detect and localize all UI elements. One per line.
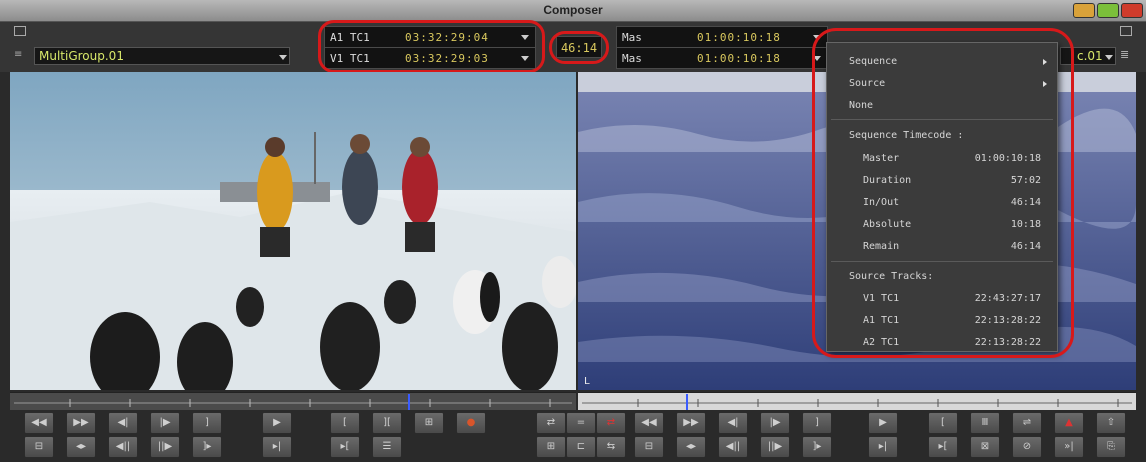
trim-mode-button[interactable]: ⇆ <box>596 436 626 458</box>
source-position-indicator <box>408 394 410 410</box>
maximize-button[interactable] <box>1097 3 1119 18</box>
grid-menu-icon[interactable]: ≣ <box>1120 49 1132 61</box>
record-tc-2[interactable]: Mas 01:00:10:18 <box>616 47 828 69</box>
source-position-bar[interactable] <box>10 392 576 410</box>
go-to-out-button[interactable]: ]▸ <box>192 436 222 458</box>
source-viewer[interactable] <box>10 72 578 402</box>
record-mark-clip-button[interactable]: Ⅲ <box>970 412 1000 434</box>
record-transport-row-1: ⇄ = ⇄ ◀◀ ▶▶ ◀| |▶ ] ▶ [ Ⅲ ⇌ ▲ ⇧ <box>536 412 1136 436</box>
source-clip-name: MultiGroup.01 <box>39 49 124 63</box>
record-position-bar[interactable] <box>578 392 1136 410</box>
overwrite-record-button[interactable]: = <box>566 412 596 434</box>
title-bar: Composer <box>0 0 1146 22</box>
step-forward-button[interactable]: |▶ <box>150 412 180 434</box>
source-frame-image <box>10 72 578 402</box>
record-go-to-out-button[interactable]: ]▸ <box>802 436 832 458</box>
record-go-to-in-button[interactable]: ▸[ <box>928 436 958 458</box>
go-to-prev-edit-button[interactable]: ◀|| <box>108 436 138 458</box>
step-back-button[interactable]: ◀| <box>108 412 138 434</box>
highlight-ring-source-tc <box>318 20 545 73</box>
source-transport-row-2: ⊟ ◂▸ ◀|| ||▶ ]▸ ▸| ▸[ ☰ <box>10 436 576 460</box>
close-button[interactable] <box>1121 3 1143 18</box>
minimize-button[interactable] <box>1073 3 1095 18</box>
record-mark-out-button[interactable]: ] <box>802 412 832 434</box>
mark-clip-button[interactable]: ][ <box>372 412 402 434</box>
record-jog-button[interactable]: ◂▸ <box>676 436 706 458</box>
record-mark-in-button[interactable]: [ <box>928 412 958 434</box>
fast-forward-button[interactable]: ▶▶ <box>66 412 96 434</box>
copy-to-clipboard-button[interactable]: ⎘ <box>1096 436 1126 458</box>
highlight-ring-counter <box>549 31 609 64</box>
add-edit-button[interactable]: ⊠ <box>970 436 1000 458</box>
monitor-menu-icon[interactable] <box>14 26 26 36</box>
record-play-to-out-button[interactable]: ▸| <box>868 436 898 458</box>
record-step-back-button[interactable]: ◀| <box>718 412 748 434</box>
source-ruler <box>14 394 572 410</box>
chevron-down-icon <box>279 55 287 60</box>
extract-button[interactable]: ⇌ <box>1012 412 1042 434</box>
mark-in-button[interactable]: [ <box>330 412 360 434</box>
render-button[interactable]: ▲ <box>1054 412 1084 434</box>
record-next-edit-button[interactable]: ||▶ <box>760 436 790 458</box>
jog-button[interactable]: ◂▸ <box>66 436 96 458</box>
play-to-out-button[interactable]: ▸| <box>262 436 292 458</box>
source-transport-row-1: ◀◀ ▶▶ ◀| |▶ ] ▶ [ ][ ⊞ ● <box>10 412 576 436</box>
clear-marks-button[interactable]: ⊟ <box>24 436 54 458</box>
highlight-ring-menu <box>812 28 1074 358</box>
record-rewind-button[interactable]: ◀◀ <box>634 412 664 434</box>
mark-out-button[interactable]: ] <box>192 412 222 434</box>
chevron-down-icon <box>1105 55 1113 60</box>
record-ruler <box>582 394 1132 410</box>
toggle-source-record-button[interactable]: ⊏ <box>566 436 596 458</box>
rewind-button[interactable]: ◀◀ <box>24 412 54 434</box>
record-transport-row-2: ⊞ ⊏ ⇆ ⊟ ◂▸ ◀|| ||▶ ]▸ ▸| ▸[ ⊠ ⊘ »| ⎘ <box>536 436 1136 460</box>
record-play-button[interactable]: ▶ <box>868 412 898 434</box>
go-to-next-edit-button[interactable]: ||▶ <box>150 436 180 458</box>
splice-button[interactable]: ⇄ <box>536 412 566 434</box>
go-to-in-button[interactable]: ▸[ <box>330 436 360 458</box>
clip-menu-icon[interactable]: ≡ <box>14 50 28 60</box>
record-monitor-menu-icon[interactable] <box>1120 26 1132 36</box>
overwrite-button[interactable]: ⊞ <box>414 412 444 434</box>
record-step-forward-button[interactable]: |▶ <box>760 412 790 434</box>
record-tc-1[interactable]: Mas 01:00:10:18 <box>616 26 828 48</box>
window-title: Composer <box>543 3 603 17</box>
match-frame-button[interactable]: ⊞ <box>536 436 566 458</box>
svg-text:L: L <box>584 376 590 387</box>
menu-list-button[interactable]: ☰ <box>372 436 402 458</box>
record-prev-edit-button[interactable]: ◀|| <box>718 436 748 458</box>
record-fast-forward-button[interactable]: ▶▶ <box>676 412 706 434</box>
record-position-indicator <box>686 394 688 410</box>
source-clip-selector[interactable]: MultiGroup.01 <box>34 47 290 65</box>
export-button[interactable]: ⇧ <box>1096 412 1126 434</box>
play-loop-button[interactable]: »| <box>1054 436 1084 458</box>
record-dot-button[interactable]: ● <box>456 412 486 434</box>
lift-button[interactable]: ⇄ <box>596 412 626 434</box>
disable-button[interactable]: ⊘ <box>1012 436 1042 458</box>
play-button[interactable]: ▶ <box>262 412 292 434</box>
record-clip-name: c.01 <box>1077 49 1103 63</box>
record-clear-marks-button[interactable]: ⊟ <box>634 436 664 458</box>
